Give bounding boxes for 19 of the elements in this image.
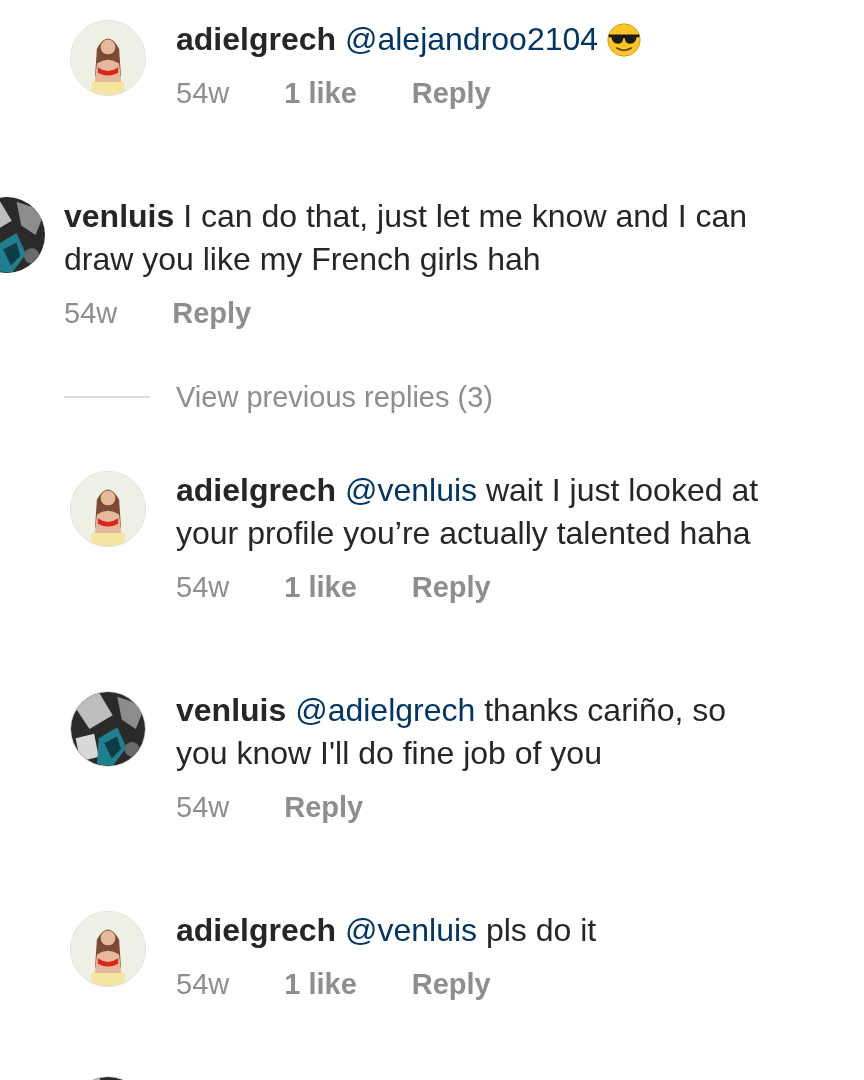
- timestamp: 54w: [176, 570, 230, 605]
- reply-button[interactable]: Reply: [172, 293, 252, 333]
- timestamp: 54w: [176, 76, 230, 111]
- timestamp: 54w: [64, 296, 118, 331]
- reply-button[interactable]: Reply: [411, 73, 491, 113]
- comment-text: venluis @adielgrech thanks cariño, so you know I'll do fine job of you: [176, 691, 728, 773]
- comment-text: adielgrech @venluis wait I just looked at your profile you’re actually talented haha: [176, 471, 760, 553]
- reply-button[interactable]: Reply: [284, 787, 364, 827]
- comment-text: adielgrech @alejandroo2104: [176, 20, 599, 59]
- comment-text: adielgrech @venluis pls do it: [176, 911, 597, 950]
- comment-text: venluis I can do that, just let me know and I can draw you like my French girls hah: [64, 197, 749, 279]
- reply-button[interactable]: Reply: [411, 964, 491, 1004]
- timestamp: 54w: [176, 790, 230, 825]
- view-replies-link[interactable]: View previous replies (3): [176, 377, 493, 417]
- like-count: 1 like: [284, 967, 357, 1002]
- reply-button[interactable]: Reply: [411, 567, 491, 607]
- like-count: 1 like: [284, 570, 357, 605]
- timestamp: 54w: [176, 967, 230, 1002]
- like-count: 1 like: [284, 76, 357, 111]
